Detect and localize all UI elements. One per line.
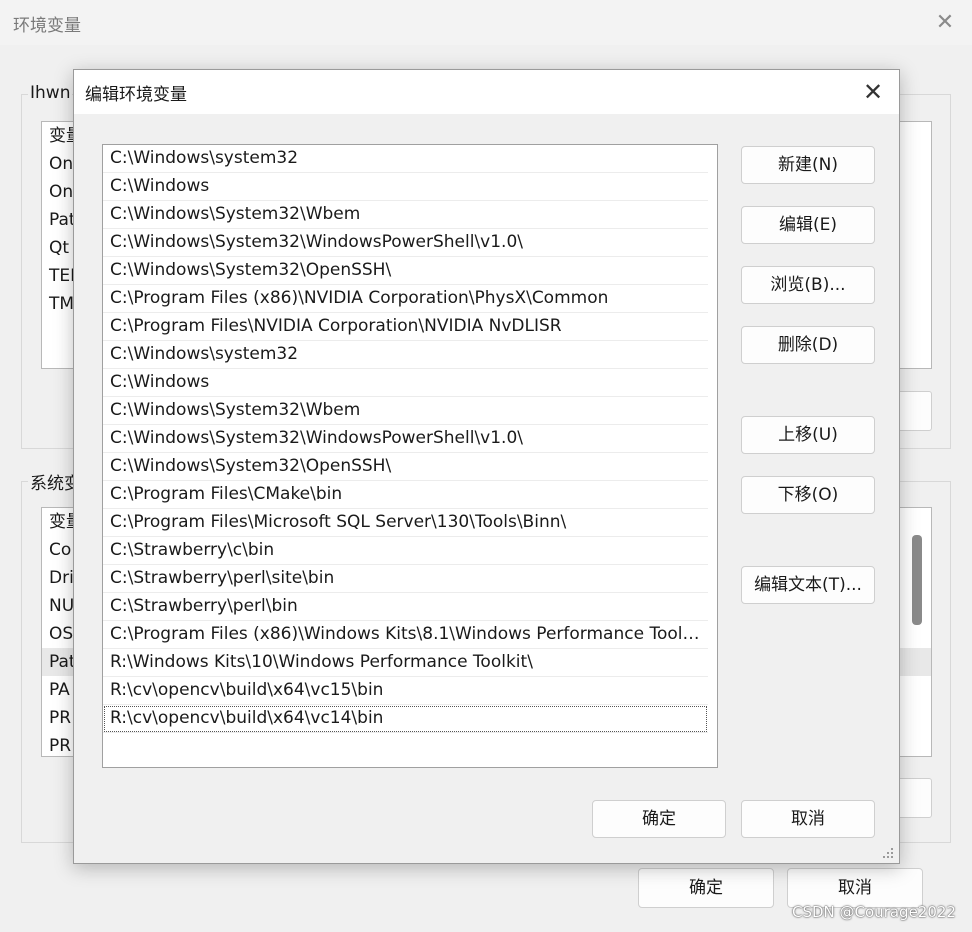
path-list-item[interactable]: C:\Windows\System32\OpenSSH\	[103, 257, 708, 285]
path-list-item[interactable]: C:\Strawberry\perl\site\bin	[103, 565, 708, 593]
path-list-item[interactable]: C:\Windows\System32\WindowsPowerShell\v1…	[103, 425, 708, 453]
ok-button[interactable]: 确定	[592, 800, 726, 838]
path-list-item[interactable]: C:\Windows\system32	[103, 145, 708, 173]
path-list-item[interactable]: R:\cv\opencv\build\x64\vc15\bin	[103, 677, 708, 705]
system-list-scrollbar-thumb[interactable]	[912, 535, 922, 625]
dialog-close-icon[interactable]: ✕	[856, 76, 890, 108]
edit-environment-variable-dialog: 编辑环境变量 ✕ C:\Windows\system32 C:\Windows C:…	[73, 69, 900, 864]
path-list-item[interactable]: C:\Program Files\NVIDIA Corporation\NVID…	[103, 313, 708, 341]
path-list-item[interactable]: C:\Program Files (x86)\Windows Kits\8.1\…	[103, 621, 708, 649]
edit-text-button[interactable]: 编辑文本(T)...	[741, 566, 875, 604]
path-list-item[interactable]: C:\Windows\System32\Wbem	[103, 397, 708, 425]
bg-window-title: 环境变量	[13, 16, 81, 36]
path-list-item[interactable]: C:\Program Files (x86)\NVIDIA Corporatio…	[103, 285, 708, 313]
dialog-titlebar: 编辑环境变量 ✕	[74, 70, 899, 114]
browse-button[interactable]: 浏览(B)...	[741, 266, 875, 304]
user-variables-label: Ihwn	[28, 83, 73, 103]
move-up-button[interactable]: 上移(U)	[741, 416, 875, 454]
new-button[interactable]: 新建(N)	[741, 146, 875, 184]
bg-close-icon[interactable]: ✕	[930, 8, 960, 38]
bg-cancel-button[interactable]: 取消	[787, 868, 923, 908]
path-list-item[interactable]: C:\Windows\System32\OpenSSH\	[103, 453, 708, 481]
cancel-button[interactable]: 取消	[741, 800, 875, 838]
path-list-item[interactable]: C:\Strawberry\c\bin	[103, 537, 708, 565]
delete-button[interactable]: 删除(D)	[741, 326, 875, 364]
path-list-item[interactable]: R:\Windows Kits\10\Windows Performance T…	[103, 649, 708, 677]
path-list-item[interactable]: C:\Program Files\Microsoft SQL Server\13…	[103, 509, 708, 537]
watermark: CSDN @Courage2022	[792, 903, 956, 921]
edit-button[interactable]: 编辑(E)	[741, 206, 875, 244]
path-list-item[interactable]: C:\Strawberry\perl\bin	[103, 593, 708, 621]
resize-grip-icon[interactable]	[882, 848, 894, 860]
path-list-item[interactable]: C:\Program Files\CMake\bin	[103, 481, 708, 509]
path-list-item[interactable]: C:\Windows	[103, 173, 708, 201]
path-list-item[interactable]: C:\Windows	[103, 369, 708, 397]
path-list[interactable]: C:\Windows\system32 C:\Windows C:\Windows\…	[102, 144, 718, 768]
move-down-button[interactable]: 下移(O)	[741, 476, 875, 514]
path-list-item[interactable]: R:\cv\opencv\build\x64\vc14\bin	[103, 705, 708, 733]
path-list-item[interactable]: C:\Windows\System32\Wbem	[103, 201, 708, 229]
bg-titlebar: 环境变量 ✕	[0, 0, 972, 45]
path-list-item[interactable]: C:\Windows\System32\WindowsPowerShell\v1…	[103, 229, 708, 257]
dialog-title: 编辑环境变量	[85, 85, 187, 105]
path-list-item[interactable]: C:\Windows\system32	[103, 341, 708, 369]
bg-ok-button[interactable]: 确定	[638, 868, 774, 908]
